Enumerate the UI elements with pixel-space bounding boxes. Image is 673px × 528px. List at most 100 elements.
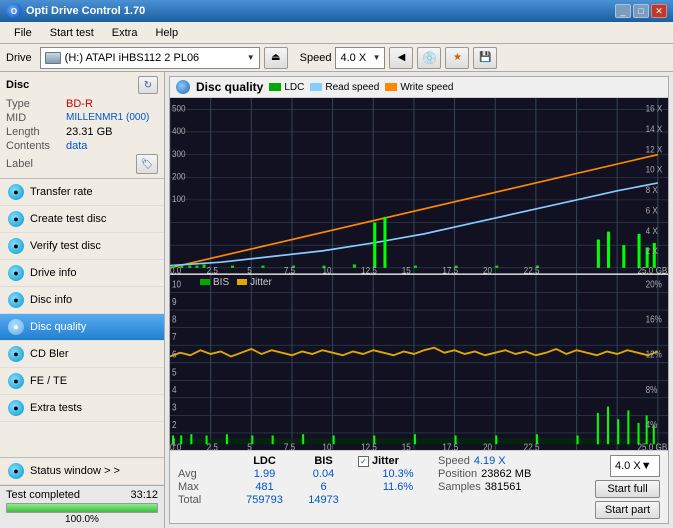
ldc-col-header: LDC — [237, 455, 292, 467]
progress-bar-container: Test completed 33:12 100.0% — [0, 485, 164, 528]
speed-select[interactable]: 4.0 X ▼ — [335, 47, 385, 69]
fe-te-label: FE / TE — [30, 375, 67, 387]
ldc-color — [269, 83, 281, 91]
bis-legend-label: BIS — [213, 277, 229, 288]
position-val: 23862 MB — [481, 468, 531, 480]
svg-text:0.0: 0.0 — [170, 265, 181, 273]
toolbar-save-button[interactable]: 💾 — [473, 47, 497, 69]
avg-label: Avg — [178, 468, 233, 480]
read-speed-label: Read speed — [325, 82, 379, 93]
disc-info-label: Disc info — [30, 294, 72, 306]
svg-text:10: 10 — [172, 278, 181, 289]
disc-mid-row: MID MILLENMR1 (000) — [6, 112, 158, 124]
svg-text:7.5: 7.5 — [284, 441, 295, 450]
jitter-header: ✓ Jitter — [358, 455, 438, 467]
progress-label-row: Test completed 33:12 — [6, 489, 158, 501]
menu-start-test[interactable]: Start test — [42, 25, 102, 41]
drivebar: Drive (H:) ATAPI iHBS112 2 PL06 ▼ ⏏ Spee… — [0, 44, 673, 72]
sidebar-item-fe-te[interactable]: ● FE / TE — [0, 368, 164, 395]
speed-selector-value: 4.0 X — [615, 460, 641, 472]
chart-container: Disc quality LDC Read speed Write speed — [169, 76, 669, 524]
menu-file[interactable]: File — [6, 25, 40, 41]
svg-text:10 X: 10 X — [646, 164, 663, 175]
stats-empty — [178, 455, 233, 467]
sidebar-item-extra-tests[interactable]: ● Extra tests — [0, 395, 164, 422]
svg-text:2: 2 — [172, 419, 177, 430]
label-button[interactable]: 🏷 — [136, 154, 158, 174]
disc-type-row: Type BD-R — [6, 98, 158, 110]
minimize-button[interactable]: _ — [615, 4, 631, 18]
toolbar-cd-button[interactable]: 💿 — [417, 47, 441, 69]
extra-tests-icon: ● — [8, 400, 24, 416]
menu-help[interactable]: Help — [147, 25, 186, 41]
svg-text:20: 20 — [483, 441, 492, 450]
svg-text:10: 10 — [322, 265, 331, 273]
speed-dropdown-arrow: ▼ — [373, 53, 381, 62]
menu-extra[interactable]: Extra — [104, 25, 146, 41]
jitter-checkbox[interactable]: ✓ — [358, 456, 369, 467]
extra-tests-label: Extra tests — [30, 402, 82, 414]
progress-time: 33:12 — [130, 489, 158, 501]
toolbar-back-button[interactable]: ◀ — [389, 47, 413, 69]
sidebar-item-drive-info[interactable]: ● Drive info — [0, 260, 164, 287]
sidebar-item-disc-quality[interactable]: ● Disc quality — [0, 314, 164, 341]
label-label: Label — [6, 158, 66, 170]
write-speed-label: Write speed — [400, 82, 453, 93]
stats-header-row: LDC BIS — [178, 455, 358, 467]
disc-refresh-button[interactable]: ↻ — [138, 76, 158, 94]
stats-ldc-bis: LDC BIS Avg 1.99 0.04 Max 481 6 Total — [178, 455, 358, 506]
create-test-disc-icon: ● — [8, 211, 24, 227]
svg-text:22.5: 22.5 — [524, 265, 540, 273]
sidebar-item-create-test-disc[interactable]: ● Create test disc — [0, 206, 164, 233]
status-window-button[interactable]: ● Status window > > — [0, 458, 164, 485]
jitter-legend-color — [237, 279, 247, 285]
speed-val: 4.19 X — [474, 455, 506, 467]
sidebar-item-cd-bler[interactable]: ● CD Bler — [0, 341, 164, 368]
samples-label: Samples — [438, 481, 481, 493]
toolbar-star-button[interactable]: ★ — [445, 47, 469, 69]
status-window-icon: ● — [8, 463, 24, 479]
sidebar-item-transfer-rate[interactable]: ● Transfer rate — [0, 179, 164, 206]
max-row: Max 481 6 — [178, 481, 358, 493]
svg-text:17.5: 17.5 — [442, 441, 458, 450]
progress-label: Test completed — [6, 489, 80, 501]
max-jitter: 11.6% — [358, 481, 438, 493]
close-button[interactable]: ✕ — [651, 4, 667, 18]
svg-text:4: 4 — [172, 384, 177, 395]
svg-text:16 X: 16 X — [646, 103, 663, 114]
svg-text:6 X: 6 X — [646, 205, 658, 216]
position-label: Position — [438, 468, 477, 480]
samples-val: 381561 — [485, 481, 522, 493]
drive-dropdown-arrow: ▼ — [247, 53, 255, 62]
position-row: Position 23862 MB — [438, 468, 558, 480]
svg-text:25.0 GB: 25.0 GB — [638, 265, 668, 273]
total-bis: 14973 — [296, 494, 351, 506]
eject-button[interactable]: ⏏ — [264, 47, 288, 69]
mid-label: MID — [6, 112, 66, 124]
maximize-button[interactable]: □ — [633, 4, 649, 18]
progress-track — [6, 503, 158, 513]
start-full-button[interactable]: Start full — [595, 480, 660, 498]
transfer-rate-label: Transfer rate — [30, 186, 93, 198]
sidebar-item-verify-test-disc[interactable]: ● Verify test disc — [0, 233, 164, 260]
total-ldc: 759793 — [237, 494, 292, 506]
drive-select[interactable]: (H:) ATAPI iHBS112 2 PL06 ▼ — [40, 47, 260, 69]
charts-area: 500 400 300 200 100 16 X 14 X 12 X 10 X … — [170, 98, 668, 450]
max-ldc: 481 — [237, 481, 292, 493]
verify-test-disc-icon: ● — [8, 238, 24, 254]
svg-text:14 X: 14 X — [646, 124, 663, 135]
svg-text:9: 9 — [172, 296, 177, 307]
main-layout: Disc ↻ Type BD-R MID MILLENMR1 (000) Len… — [0, 72, 673, 528]
speed-selector[interactable]: 4.0 X ▼ — [610, 455, 660, 477]
type-value: BD-R — [66, 98, 93, 110]
stats-actions: 4.0 X ▼ Start full Start part — [595, 455, 660, 519]
disc-header: Disc ↻ — [6, 76, 158, 94]
status-section: ● Status window > > Test completed 33:12… — [0, 457, 164, 528]
length-value: 23.31 GB — [66, 126, 112, 138]
svg-text:4%: 4% — [646, 419, 658, 430]
start-part-button[interactable]: Start part — [595, 501, 660, 519]
sidebar-item-disc-info[interactable]: ● Disc info — [0, 287, 164, 314]
contents-value: data — [66, 140, 87, 152]
svg-text:15: 15 — [402, 441, 411, 450]
bottom-chart-svg: 10 9 8 7 6 5 4 3 2 1 20% 16% 12% — [170, 275, 668, 451]
